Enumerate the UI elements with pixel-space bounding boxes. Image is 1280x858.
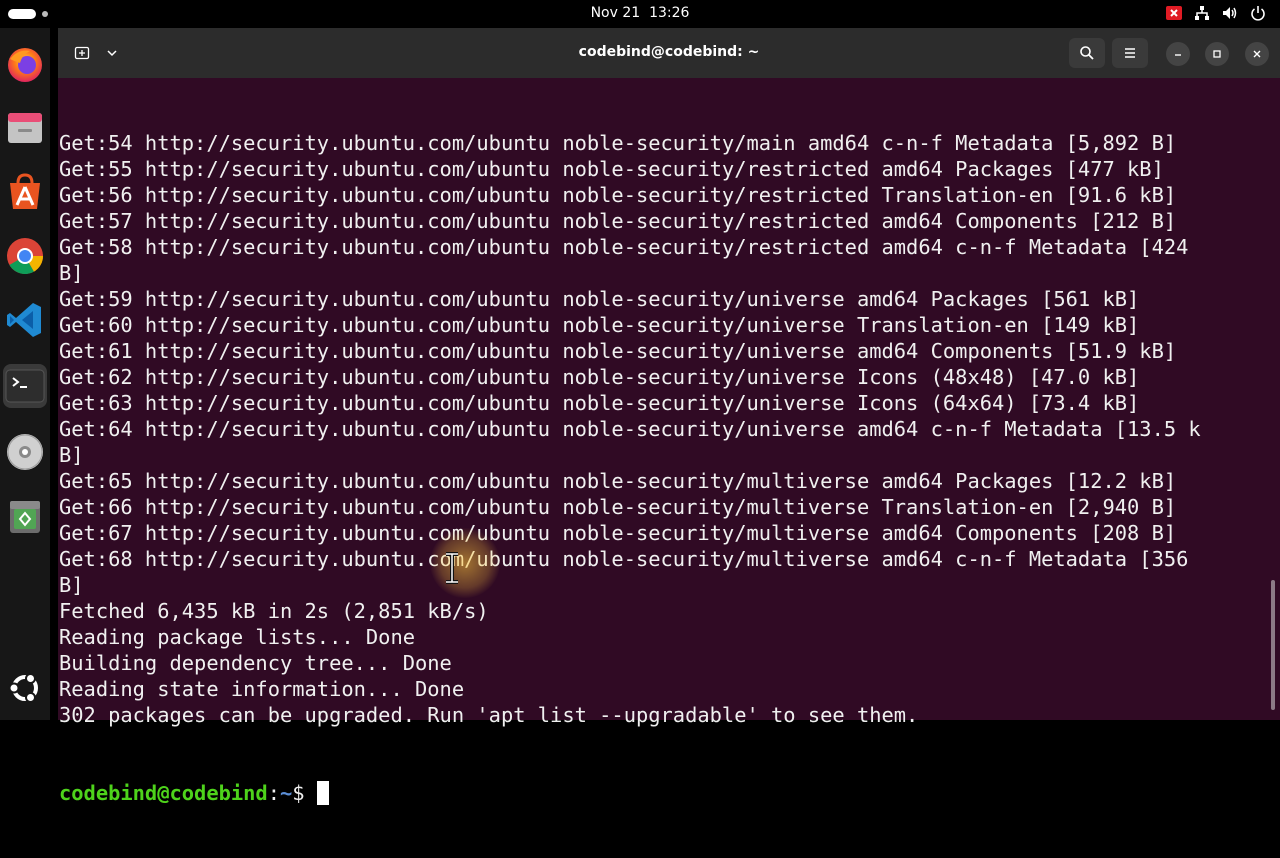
terminal-line: Get:66 http://security.ubuntu.com/ubuntu… [59, 495, 1177, 519]
ubuntu-logo-icon [8, 673, 38, 703]
search-button[interactable] [1069, 38, 1105, 68]
terminal-line: Get:62 http://security.ubuntu.com/ubuntu… [59, 365, 1140, 389]
terminal-line: Get:54 http://security.ubuntu.com/ubuntu… [59, 131, 1177, 155]
terminal-line: Get:58 http://security.ubuntu.com/ubuntu… [59, 235, 1189, 259]
dock-item-trash[interactable] [3, 494, 47, 538]
terminal-line: Get:60 http://security.ubuntu.com/ubuntu… [59, 313, 1140, 337]
terminal-line: 302 packages can be upgraded. Run 'apt l… [59, 703, 919, 727]
dock [0, 28, 50, 720]
search-icon [1080, 46, 1094, 60]
terminal-icon [5, 369, 45, 403]
terminal-scrollbar[interactable] [1271, 580, 1275, 710]
prompt-line[interactable]: codebind@codebind:~$ [59, 780, 1273, 806]
clock: Nov 21 13:26 [0, 5, 1280, 21]
terminal-window: codebind@codebind: ~ Get:54 http://secur… [58, 28, 1280, 805]
files-icon [8, 113, 42, 143]
firefox-icon [8, 48, 42, 82]
window-title: codebind@codebind: ~ [578, 44, 760, 60]
terminal-line: Get:65 http://security.ubuntu.com/ubuntu… [59, 469, 1177, 493]
clock-date: Nov 21 [590, 5, 641, 21]
chrome-icon [7, 238, 44, 275]
close-icon [1253, 50, 1261, 58]
terminal-line: Get:57 http://security.ubuntu.com/ubuntu… [59, 209, 1177, 233]
workspace-active-pill [8, 9, 36, 19]
top-bar: Nov 21 13:26 [0, 0, 1280, 28]
terminal-line: Get:68 http://security.ubuntu.com/ubuntu… [59, 547, 1189, 571]
terminal-line: Reading package lists... Done [59, 625, 416, 649]
window-headerbar[interactable]: codebind@codebind: ~ [58, 28, 1280, 78]
terminal-line: Get:67 http://security.ubuntu.com/ubuntu… [59, 521, 1177, 545]
prompt-user-host: codebind@codebind [59, 781, 268, 805]
tab-menu-button[interactable] [100, 38, 124, 68]
volume-icon[interactable] [1222, 5, 1238, 21]
chevron-down-icon [107, 50, 117, 57]
disc-icon [7, 434, 43, 470]
system-tray[interactable] [1166, 5, 1266, 21]
terminal-line: Get:55 http://security.ubuntu.com/ubuntu… [59, 157, 1164, 181]
terminal-output[interactable]: Get:54 http://security.ubuntu.com/ubuntu… [59, 78, 1273, 858]
terminal-line: Get:59 http://security.ubuntu.com/ubuntu… [59, 287, 1140, 311]
terminal-line: B] [59, 573, 84, 597]
dock-item-chrome[interactable] [3, 234, 47, 278]
prompt-path: ~ [279, 781, 293, 805]
text-cursor [316, 781, 329, 805]
activities-indicator[interactable] [8, 9, 48, 19]
maximize-button[interactable] [1205, 42, 1229, 66]
dock-item-terminal[interactable] [3, 364, 47, 408]
terminal-line: B] [59, 443, 84, 467]
terminal-line: B] [59, 261, 84, 285]
dock-item-app-center[interactable] [3, 170, 47, 214]
dock-item-show-apps[interactable] [3, 666, 47, 710]
vscode-icon [7, 303, 41, 337]
hamburger-menu-button[interactable] [1112, 38, 1148, 68]
hamburger-menu-icon [1125, 48, 1135, 58]
minimize-icon [1175, 54, 1181, 56]
network-icon[interactable] [1194, 5, 1210, 21]
terminal-line: Get:63 http://security.ubuntu.com/ubuntu… [59, 391, 1140, 415]
terminal-line: Get:64 http://security.ubuntu.com/ubuntu… [59, 417, 1201, 441]
screen-record-icon[interactable] [1166, 5, 1182, 21]
terminal-line: Building dependency tree... Done [59, 651, 452, 675]
prompt-symbol: $ [292, 781, 317, 805]
clock-button[interactable]: Nov 21 13:26 [591, 5, 690, 21]
terminal-line: Reading state information... Done [59, 677, 465, 701]
terminal-line: Fetched 6,435 kB in 2s (2,851 kB/s) [59, 599, 489, 623]
dock-item-firefox[interactable] [3, 42, 47, 86]
terminal-lines: Get:54 http://security.ubuntu.com/ubuntu… [59, 130, 1273, 728]
minimize-button[interactable] [1166, 42, 1190, 66]
trash-icon [10, 501, 40, 533]
dock-item-files[interactable] [3, 106, 47, 150]
terminal-line: Get:61 http://security.ubuntu.com/ubuntu… [59, 339, 1177, 363]
prompt-separator: : [267, 781, 280, 805]
new-tab-button[interactable] [64, 38, 100, 68]
dock-item-vscode[interactable] [3, 298, 47, 342]
terminal-line: Get:56 http://security.ubuntu.com/ubuntu… [59, 183, 1177, 207]
app-center-icon [10, 173, 40, 209]
maximize-icon [1213, 50, 1221, 58]
clock-time: 13:26 [649, 5, 690, 21]
workspace-dot [42, 11, 48, 17]
close-button[interactable] [1245, 42, 1269, 66]
power-icon[interactable] [1250, 5, 1266, 21]
dock-item-disc[interactable] [3, 430, 47, 474]
new-tab-icon [74, 46, 90, 60]
